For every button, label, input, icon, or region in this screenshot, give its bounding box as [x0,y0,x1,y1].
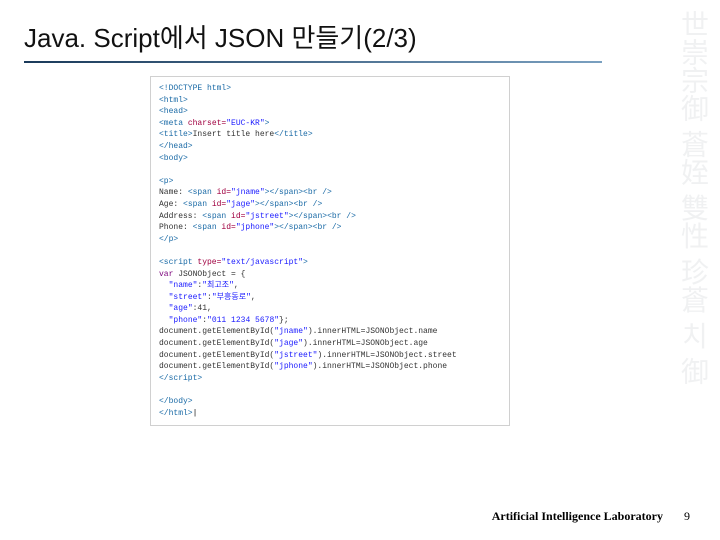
code-line: Age: <span id="jage"></span><br /> [159,199,501,211]
footer: Artificial Intelligence Laboratory 9 [492,509,690,524]
code-line: <body> [159,153,501,165]
code-line [159,164,501,176]
code-line: Address: <span id="jstreet"></span><br /… [159,211,501,223]
code-line: Phone: <span id="jphone"></span><br /> [159,222,501,234]
slide: Java. Script에서 JSON 만들기(2/3) <!DOCTYPE h… [0,0,720,540]
code-line: <title>Insert title here</title> [159,129,501,141]
code-line: document.getElementById("jname").innerHT… [159,326,501,338]
code-line: Name: <span id="jname"></span><br /> [159,187,501,199]
code-line: <!DOCTYPE html> [159,83,501,95]
code-line: <html> [159,95,501,107]
code-line: <script type="text/javascript"> [159,257,501,269]
footer-lab: Artificial Intelligence Laboratory [492,509,663,523]
code-line: var JSONObject = { [159,269,501,281]
code-line: "street":"부흥동로", [159,292,501,304]
code-line: </script> [159,373,501,385]
code-line: document.getElementById("jstreet").inner… [159,350,501,362]
code-line: "name":"최고조", [159,280,501,292]
code-line: "age":41, [159,303,501,315]
slide-title: Java. Script에서 JSON 만들기(2/3) [24,18,696,55]
code-line: <p> [159,176,501,188]
code-panel: <!DOCTYPE html> <html> <head> <meta char… [150,76,510,426]
code-line: "phone":"011 1234 5678"}; [159,315,501,327]
code-line [159,384,501,396]
code-line: <head> [159,106,501,118]
text-caret-icon: | [193,409,198,418]
code-line: </head> [159,141,501,153]
code-line: </html>| [159,408,501,420]
code-line [159,245,501,257]
page-number: 9 [684,509,690,524]
code-line: </body> [159,396,501,408]
code-line: document.getElementById("jage").innerHTM… [159,338,501,350]
code-line: <meta charset="EUC-KR"> [159,118,501,130]
title-underline [24,61,602,63]
code-line: document.getElementById("jphone").innerH… [159,361,501,373]
title-container: Java. Script에서 JSON 만들기(2/3) [0,0,720,67]
code-line: </p> [159,234,501,246]
